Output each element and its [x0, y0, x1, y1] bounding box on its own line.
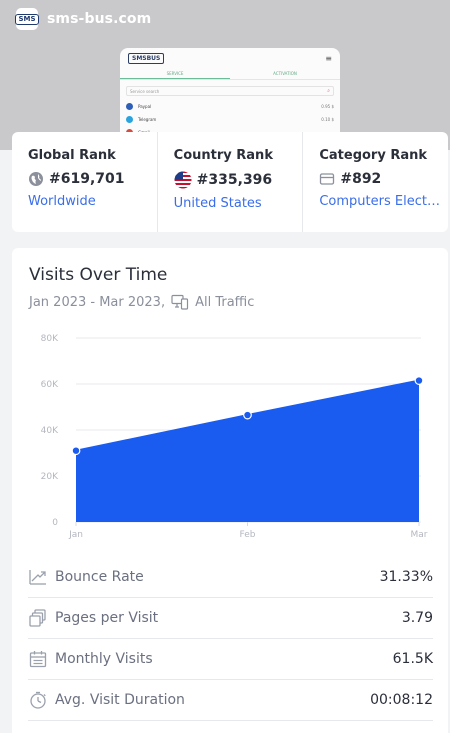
- timer-icon: [28, 690, 48, 710]
- global-rank-value: #619,701: [49, 171, 125, 187]
- data-point: [71, 446, 81, 456]
- globe-icon: [29, 172, 43, 186]
- category-rank-title: Category Rank: [319, 148, 428, 163]
- preview-tab-service: SERVICE: [120, 68, 230, 79]
- metric-label: Monthly Visits: [55, 651, 153, 667]
- x-tick-label: Jan: [68, 530, 83, 540]
- metric-value: 61.5K: [392, 651, 433, 667]
- bounce-icon: [28, 567, 48, 587]
- visits-card: Visits Over Time Jan 2023 - Mar 2023, Al…: [12, 248, 448, 733]
- category-rank-value: #892: [340, 171, 382, 187]
- preview-menu-icon: ≡: [325, 53, 332, 63]
- metric-pages-per-visit: Pages per Visit 3.79: [28, 598, 433, 639]
- global-rank-title: Global Rank: [28, 148, 116, 163]
- y-tick-label: 60K: [41, 380, 59, 390]
- visits-subtitle: Jan 2023 - Mar 2023, All Traffic: [29, 294, 254, 310]
- preview-row-icon: [126, 116, 133, 123]
- pages-icon: [28, 608, 48, 628]
- global-rank: Global Rank #619,701 Worldwide: [12, 132, 158, 232]
- category-rank: Category Rank #892 Computers Electronics…: [303, 132, 448, 232]
- area-series: [76, 380, 419, 522]
- visits-chart: 0 20K 40K 60K 80K Jan Feb Mar: [41, 334, 428, 540]
- y-tick-label: 40K: [41, 426, 59, 436]
- preview-logo: SMSBUS: [128, 52, 165, 64]
- x-tick-label: Feb: [240, 530, 256, 540]
- preview-search-text: Service search: [130, 89, 160, 94]
- metric-monthly-visits: Monthly Visits 61.5K: [28, 639, 433, 680]
- favicon-text: SMS: [15, 13, 39, 25]
- calendar-icon: [28, 649, 48, 669]
- preview-row: Paypal 0.95 $: [120, 100, 340, 113]
- preview-row-icon: [126, 103, 133, 110]
- metric-bounce-rate: Bounce Rate 31.33%: [28, 557, 433, 598]
- preview-row-name: Paypal: [138, 104, 152, 109]
- category-rank-link[interactable]: Computers Electronics and Technology: [319, 194, 448, 209]
- country-rank-value: #335,396: [196, 172, 273, 188]
- metric-value: 31.33%: [379, 569, 433, 585]
- metric-label: Avg. Visit Duration: [55, 692, 185, 708]
- preview-row-value: 0.95 $: [321, 104, 334, 109]
- preview-row-name: Telegram: [138, 117, 157, 122]
- visits-period: Jan 2023 - Mar 2023,: [29, 294, 166, 310]
- preview-tab-activation: ACTIVATION: [273, 71, 297, 76]
- site-name[interactable]: sms-bus.com: [47, 11, 151, 27]
- preview-search: Service search ⌕: [126, 86, 334, 96]
- country-rank-title: Country Rank: [173, 148, 273, 163]
- devices-icon: [171, 294, 189, 310]
- preview-row: Telegram 0.10 $: [120, 113, 340, 126]
- y-tick-label: 0: [52, 518, 58, 528]
- metric-avg-visit-duration: Avg. Visit Duration 00:08:12: [28, 680, 433, 721]
- site-header: SMS sms-bus.com SMSBUS ≡ SERVICE ACTIVAT…: [0, 0, 450, 150]
- visits-traffic-type: All Traffic: [195, 294, 255, 310]
- site-favicon: SMS: [15, 8, 39, 30]
- metric-value: 00:08:12: [370, 692, 433, 708]
- metric-value: 3.79: [401, 610, 433, 626]
- site-identity[interactable]: SMS sms-bus.com: [15, 8, 151, 30]
- metric-label: Pages per Visit: [55, 610, 159, 626]
- rank-card: Global Rank #619,701 Worldwide Country R…: [12, 132, 448, 232]
- y-tick-label: 80K: [41, 334, 59, 344]
- visits-title: Visits Over Time: [29, 265, 168, 285]
- category-icon: [320, 173, 335, 185]
- us-flag-icon: [174, 171, 192, 189]
- country-rank: Country Rank #335,396 United States: [158, 132, 304, 232]
- global-rank-link[interactable]: Worldwide: [28, 194, 157, 209]
- y-tick-label: 20K: [41, 472, 59, 482]
- data-point: [414, 376, 424, 385]
- preview-search-icon: ⌕: [327, 88, 330, 94]
- data-point: [243, 410, 252, 420]
- x-tick-label: Mar: [411, 530, 428, 540]
- country-rank-link[interactable]: United States: [174, 196, 303, 211]
- preview-row-value: 0.10 $: [321, 117, 334, 122]
- metric-label: Bounce Rate: [55, 569, 144, 585]
